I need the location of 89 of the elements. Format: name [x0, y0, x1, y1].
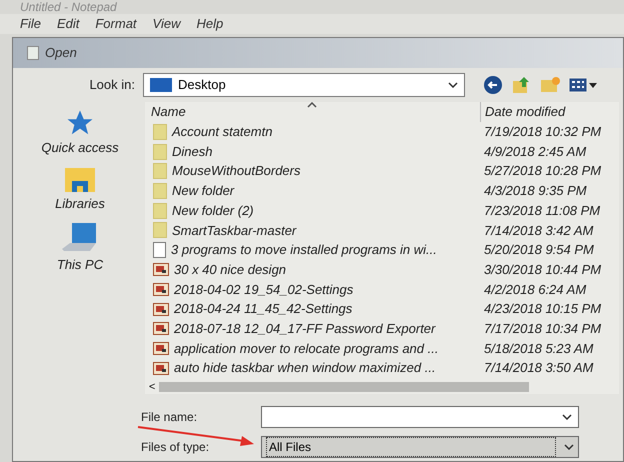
file-row[interactable]: 2018-07-18 12_04_17-FF Password Exporter 7/17/2018 10:34 PM: [145, 318, 619, 339]
folder-icon: [153, 202, 167, 219]
file-row[interactable]: Account statemtn 7/19/2018 10:32 PM: [145, 122, 619, 142]
desktop-icon: [150, 78, 172, 92]
file-row[interactable]: 2018-04-02 19_54_02-Settings 4/2/2018 6:24 AM: [145, 280, 619, 300]
place-label: This PC: [56, 256, 104, 274]
file-row[interactable]: New folder (2) 7/23/2018 11:08 PM: [145, 200, 619, 220]
file-name: 30 x 40 nice design: [174, 260, 286, 279]
chevron-down-icon: [562, 414, 572, 420]
menu-item[interactable]: Format: [95, 14, 137, 34]
file-row[interactable]: 3 programs to move installed programs in wi... 5/20/2018 9:54 PM: [145, 240, 619, 260]
file-name: 2018-04-02 19_54_02-Settings: [174, 280, 354, 299]
chevron-down-icon: [448, 82, 458, 88]
file-name: MouseWithoutBorders: [172, 162, 300, 180]
file-name-field[interactable]: [261, 406, 579, 428]
menu-item[interactable]: Edit: [56, 14, 80, 34]
look-in-label: Look in:: [88, 76, 136, 94]
sort-caret-icon: [307, 102, 317, 108]
file-date: 5/27/2018 10:28 PM: [483, 162, 602, 180]
file-name: auto hide taskbar when window maximized ...: [174, 359, 436, 378]
folder-icon: [153, 124, 167, 140]
look-in-dropdown[interactable]: Desktop: [143, 73, 465, 97]
file-name: 2018-04-24 11_45_42-Settings: [174, 300, 352, 318]
file-type-label: Files of type:: [140, 438, 210, 456]
file-row[interactable]: MouseWithoutBorders 5/27/2018 10:28 PM: [145, 161, 619, 182]
up-folder-button[interactable]: [511, 75, 531, 95]
file-row[interactable]: 2018-04-24 11_45_42-Settings 4/23/2018 10:15 PM: [145, 299, 619, 319]
folder-icon: [153, 222, 167, 238]
file-date: 5/20/2018 9:54 PM: [483, 241, 594, 260]
file-row[interactable]: auto hide taskbar when window maximized ... 7/14/2018 3:50 AM: [145, 358, 619, 378]
file-date: 4/23/2018 10:15 PM: [483, 300, 602, 318]
picture-icon: [153, 302, 169, 316]
place-label: Quick access: [41, 139, 119, 157]
file-date: 5/18/2018 5:23 AM: [483, 340, 594, 358]
file-date: 7/19/2018 10:32 PM: [483, 123, 602, 142]
column-header[interactable]: Date modified: [480, 102, 619, 122]
document-icon: [153, 242, 166, 258]
picture-icon: [153, 362, 169, 375]
scroll-left-button[interactable]: <: [145, 378, 159, 396]
place-item[interactable]: This PC: [56, 221, 104, 274]
file-name: Account statemtn: [172, 123, 272, 142]
file-date: 7/14/2018 3:42 AM: [483, 222, 594, 240]
file-name: SmartTaskbar-master: [172, 222, 296, 240]
picture-icon: [153, 282, 169, 296]
file-date: 3/30/2018 10:44 PM: [483, 260, 602, 279]
scrollbar-thumb[interactable]: [159, 382, 529, 392]
file-name: Dinesh: [172, 142, 212, 161]
file-row[interactable]: SmartTaskbar-master 7/14/2018 3:42 AM: [145, 220, 619, 240]
file-name-label: File name:: [140, 408, 198, 426]
file-date: 7/23/2018 11:08 PM: [483, 202, 600, 220]
library-icon: [62, 166, 97, 194]
file-row[interactable]: New folder 4/3/2018 9:35 PM: [145, 181, 619, 201]
file-row[interactable]: Dinesh 4/9/2018 2:45 AM: [145, 142, 619, 162]
picture-icon: [153, 342, 169, 355]
caret-icon: [589, 82, 597, 88]
file-row[interactable]: application mover to relocate programs and ... 5/18/2018 5:23 AM: [145, 338, 619, 358]
column-header[interactable]: Name: [145, 102, 480, 122]
dialog-icon: [27, 46, 39, 60]
file-date: 4/2/2018 6:24 AM: [483, 280, 586, 299]
place-label: Libraries: [55, 194, 105, 212]
file-row[interactable]: 30 x 40 nice design 3/30/2018 10:44 PM: [145, 260, 619, 280]
file-date: 4/3/2018 9:35 PM: [483, 182, 587, 200]
menu-item[interactable]: Help: [196, 14, 224, 34]
file-name: 2018-07-18 12_04_17-FF Password Exporter: [174, 320, 436, 338]
folder-icon: [153, 163, 167, 180]
place-item[interactable]: Libraries: [55, 166, 105, 213]
file-name: application mover to relocate programs and ...: [174, 340, 438, 358]
folder-icon: [153, 182, 167, 199]
file-type-value: All Files: [266, 436, 556, 457]
folder-icon: [153, 144, 167, 160]
look-in-value: Desktop: [178, 76, 227, 94]
chevron-down-icon: [564, 444, 574, 450]
place-item[interactable]: Quick access: [41, 108, 119, 158]
dialog-title: Open: [45, 44, 77, 62]
grid-icon: [569, 78, 587, 92]
picture-icon: [153, 263, 169, 276]
window-title: Untitled - Notepad: [20, 0, 117, 14]
file-date: 4/9/2018 2:45 AM: [483, 142, 586, 161]
menu-item[interactable]: File: [20, 14, 41, 34]
file-date: 7/17/2018 10:34 PM: [483, 320, 602, 338]
file-name: New folder: [172, 182, 234, 200]
file-name: 3 programs to move installed programs in wi...: [171, 241, 437, 260]
file-name: New folder (2): [172, 202, 254, 220]
back-button[interactable]: [483, 75, 503, 95]
file-date: 7/14/2018 3:50 AM: [483, 359, 594, 378]
file-type-dropdown[interactable]: All Files: [261, 436, 579, 458]
picture-icon: [153, 322, 169, 336]
view-menu-button[interactable]: [569, 78, 597, 92]
menu-item[interactable]: View: [152, 14, 180, 34]
